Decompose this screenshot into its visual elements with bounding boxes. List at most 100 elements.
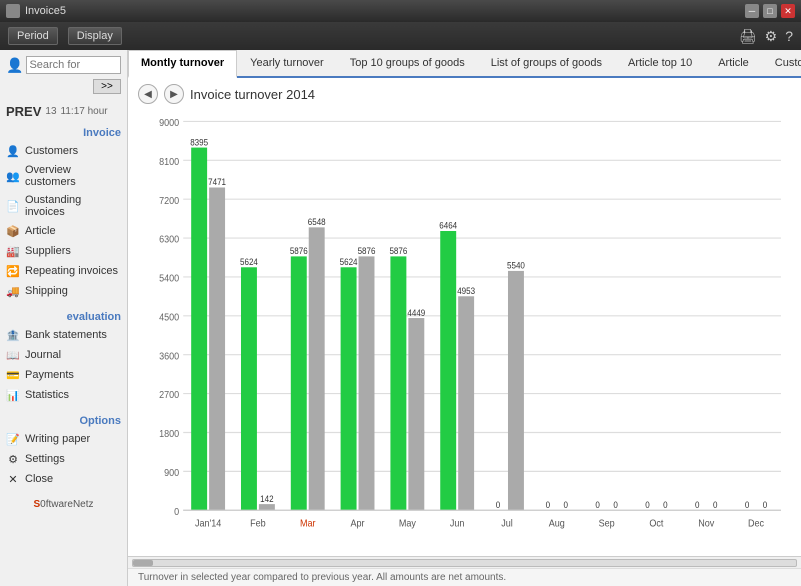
- close-window-button[interactable]: ✕: [781, 4, 795, 18]
- svg-text:May: May: [399, 518, 416, 530]
- sidebar-item-label: Journal: [25, 349, 61, 361]
- repeating-invoices-icon: 🔁: [6, 264, 20, 278]
- tab-top10groups[interactable]: Top 10 groups of goods: [337, 50, 478, 76]
- tab-article[interactable]: Article: [705, 50, 762, 76]
- options-items: 📝Writing paper⚙Settings✕Close: [0, 429, 127, 489]
- tab-listgroups[interactable]: List of groups of goods: [478, 50, 615, 76]
- svg-text:5876: 5876: [358, 246, 376, 257]
- sidebar-item-label: Payments: [25, 369, 74, 381]
- svg-text:Sep: Sep: [599, 518, 615, 530]
- svg-text:0: 0: [546, 499, 551, 510]
- sidebar-item-repeating-invoices[interactable]: 🔁 Repeating invoices: [0, 261, 127, 281]
- scroll-track[interactable]: [132, 559, 797, 567]
- minimize-button[interactable]: ─: [745, 4, 759, 18]
- writing-paper-icon: 📝: [6, 432, 20, 446]
- svg-text:Jun: Jun: [450, 518, 465, 530]
- sidebar-item-label: Article: [25, 225, 56, 237]
- options-section-title: Options: [0, 411, 127, 429]
- sidebar-item-label: Customers: [25, 145, 78, 157]
- svg-text:5624: 5624: [240, 256, 258, 267]
- search-area: 👤 >>: [0, 50, 127, 100]
- svg-text:6464: 6464: [439, 220, 457, 231]
- logo-area: S0ftwareNetz: [0, 495, 127, 514]
- invoice-section-title: Invoice: [0, 123, 127, 141]
- main-layout: 👤 >> PREV 13 11:17 hour Invoice 👤Custome…: [0, 50, 801, 586]
- period-button[interactable]: Period: [8, 27, 58, 45]
- sidebar-item-close[interactable]: ✕Close: [0, 469, 127, 489]
- sidebar-item-customers[interactable]: 👤 Customers: [0, 141, 127, 161]
- svg-text:0: 0: [695, 499, 700, 510]
- svg-text:7200: 7200: [159, 195, 179, 207]
- svg-text:142: 142: [260, 493, 274, 504]
- app-title: Invoice5: [25, 5, 745, 17]
- svg-text:0: 0: [645, 499, 650, 510]
- svg-text:Aug: Aug: [549, 518, 565, 530]
- tabs: Montly turnoverYearly turnoverTop 10 gro…: [128, 50, 801, 78]
- chart-title: Invoice turnover 2014: [190, 87, 315, 102]
- svg-text:Apr: Apr: [351, 518, 366, 530]
- svg-text:5876: 5876: [389, 246, 407, 257]
- titlebar: Invoice5 ─ □ ✕: [0, 0, 801, 22]
- svg-text:Oct: Oct: [649, 518, 663, 530]
- settings-icon[interactable]: ⚙: [765, 28, 778, 45]
- sidebar-item-statistics[interactable]: 📊Statistics: [0, 385, 127, 405]
- svg-text:8395: 8395: [190, 137, 208, 148]
- svg-text:0: 0: [745, 499, 750, 510]
- evaluation-section-title: evaluation: [0, 307, 127, 325]
- suppliers-icon: 🏭: [6, 244, 20, 258]
- svg-text:4500: 4500: [159, 312, 179, 324]
- sidebar-item-journal[interactable]: 📖 Journal: [0, 345, 127, 365]
- tab-monthly[interactable]: Montly turnover: [128, 50, 237, 78]
- sidebar-item-article[interactable]: 📦 Article: [0, 221, 127, 241]
- scrollbar-area[interactable]: [128, 556, 801, 568]
- svg-text:5624: 5624: [340, 256, 358, 267]
- display-button[interactable]: Display: [68, 27, 122, 45]
- settings-icon: ⚙: [6, 452, 20, 466]
- chart-svg: 9000810072006300540045003600270018009000…: [138, 110, 791, 556]
- sidebar-item-outstanding-invoices[interactable]: 📄 Oustanding invoices: [0, 191, 127, 221]
- prev-number: 13: [45, 106, 56, 117]
- logo-rest: 0ftwareNetz: [40, 499, 93, 510]
- next-arrow[interactable]: ▶: [164, 84, 184, 104]
- svg-text:5876: 5876: [290, 246, 308, 257]
- payments-icon: 💳: [6, 368, 20, 382]
- article-icon: 📦: [6, 224, 20, 238]
- prev-arrow[interactable]: ◀: [138, 84, 158, 104]
- svg-text:4449: 4449: [407, 307, 425, 318]
- scroll-thumb[interactable]: [133, 560, 153, 566]
- svg-text:0: 0: [496, 499, 501, 510]
- search-input[interactable]: [26, 56, 121, 74]
- help-icon[interactable]: ?: [785, 28, 793, 44]
- sidebar-item-overview-customers[interactable]: 👥Overview customers: [0, 161, 127, 191]
- sidebar-item-shipping[interactable]: 🚚Shipping: [0, 281, 127, 301]
- journal-icon: 📖: [6, 348, 20, 362]
- svg-text:0: 0: [595, 499, 600, 510]
- sidebar-item-settings[interactable]: ⚙Settings: [0, 449, 127, 469]
- svg-text:1800: 1800: [159, 429, 179, 441]
- svg-text:0: 0: [713, 499, 718, 510]
- sidebar-item-writing-paper[interactable]: 📝Writing paper: [0, 429, 127, 449]
- tab-yearly[interactable]: Yearly turnover: [237, 50, 337, 76]
- outstanding-invoices-icon: 📄: [6, 199, 20, 213]
- svg-text:3600: 3600: [159, 351, 179, 363]
- print-icon[interactable]: 🖨: [739, 28, 757, 45]
- window-controls: ─ □ ✕: [745, 4, 795, 18]
- tab-articletop10[interactable]: Article top 10: [615, 50, 705, 76]
- sidebar-item-bank-statements[interactable]: 🏦Bank statements: [0, 325, 127, 345]
- tab-customers[interactable]: Customers: [762, 50, 801, 76]
- customers-icon: 👤: [6, 144, 20, 158]
- invoice-items: 👤 Customers 👥Overview customers 📄 Oustanding…: [0, 141, 127, 301]
- maximize-button[interactable]: □: [763, 4, 777, 18]
- sidebar-item-payments[interactable]: 💳 Payments: [0, 365, 127, 385]
- svg-text:Dec: Dec: [748, 518, 764, 530]
- svg-text:5540: 5540: [507, 260, 525, 271]
- svg-text:5400: 5400: [159, 273, 179, 285]
- sidebar-item-suppliers[interactable]: 🏭Suppliers: [0, 241, 127, 261]
- svg-text:0: 0: [564, 499, 569, 510]
- sidebar-item-label: Oustanding invoices: [25, 194, 121, 218]
- sidebar-item-label: Repeating invoices: [25, 265, 118, 277]
- search-button[interactable]: >>: [93, 79, 121, 94]
- toolbar-icons: 🖨 ⚙ ?: [739, 28, 793, 45]
- content-area: Montly turnoverYearly turnoverTop 10 gro…: [128, 50, 801, 586]
- sidebar-item-label: Statistics: [25, 389, 69, 401]
